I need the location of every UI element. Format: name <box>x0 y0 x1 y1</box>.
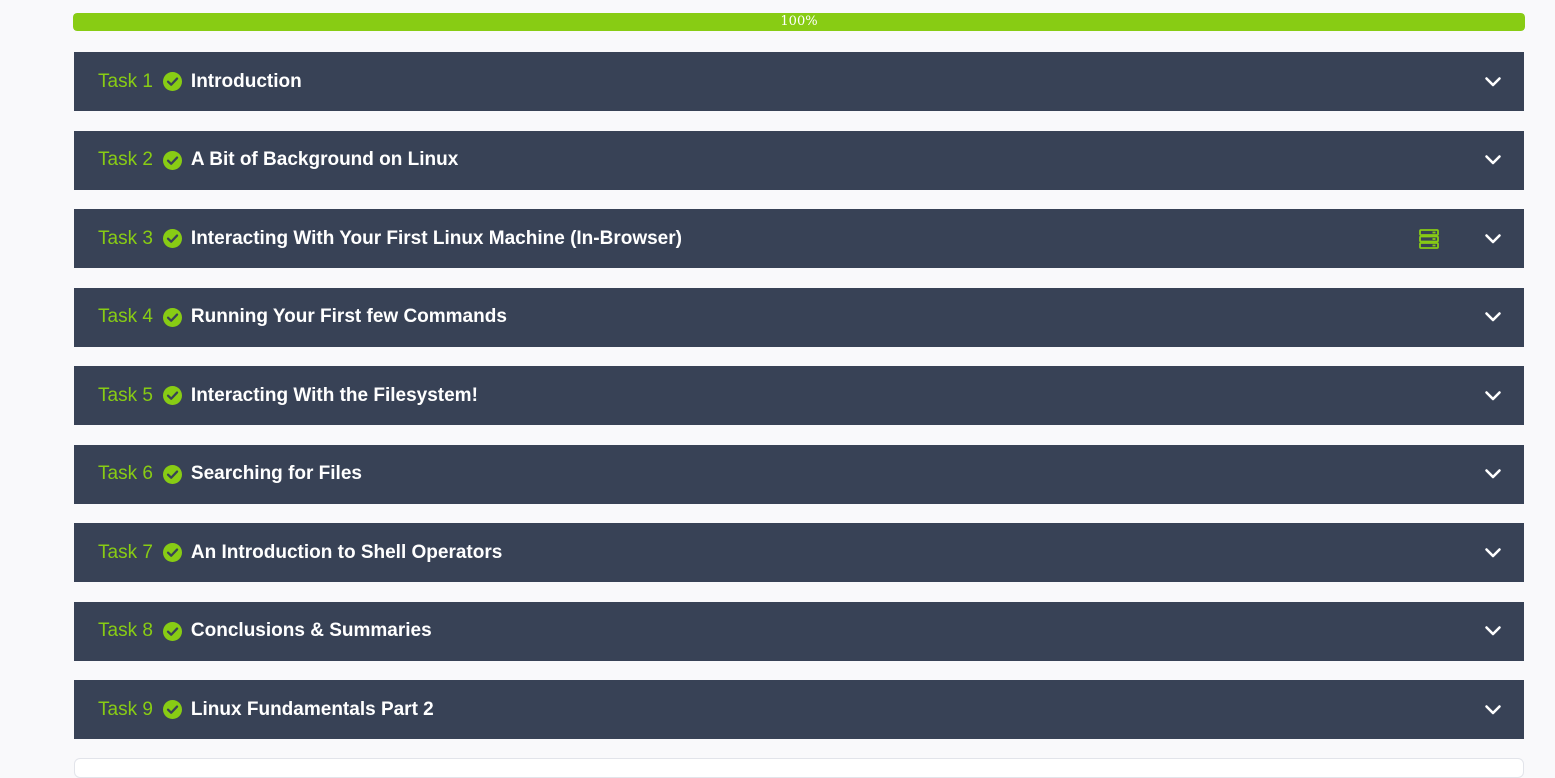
task-header-3[interactable]: Task 3 Interacting With Your First Linux … <box>74 209 1524 268</box>
task-number: Task 3 <box>98 227 153 249</box>
task-header-6[interactable]: Task 6 Searching for Files <box>74 444 1524 504</box>
task-title: Running Your First few Commands <box>190 306 507 327</box>
check-circle-icon <box>162 464 182 484</box>
task-header-7[interactable]: Task 7 An Introduction to Shell Operators <box>74 523 1524 582</box>
task-number: Task 8 <box>98 620 153 641</box>
task-title: A Bit of Background on Linux <box>190 149 459 170</box>
chevron-down-icon[interactable] <box>1484 701 1502 719</box>
check-circle-icon <box>162 543 182 562</box>
task-number: Task 4 <box>98 306 153 327</box>
task-title: Searching for Files <box>190 463 362 484</box>
check-circle-icon <box>162 386 182 405</box>
task-number: Task 9 <box>98 698 153 720</box>
check-circle-icon <box>162 307 182 327</box>
check-circle-icon <box>162 72 182 91</box>
chevron-down-icon[interactable] <box>1484 230 1502 248</box>
chevron-down-icon[interactable] <box>1484 622 1502 640</box>
task-header-5[interactable]: Task 5 Interacting With the Filesystem! <box>74 366 1524 425</box>
task-header-4[interactable]: Task 4 Running Your First few Commands <box>74 287 1524 347</box>
chevron-down-icon[interactable] <box>1484 73 1502 91</box>
task-title: Interacting With Your First Linux Machin… <box>190 227 682 249</box>
task-number: Task 5 <box>98 384 153 406</box>
bottom-card <box>74 758 1524 778</box>
progress-bar-fill: 100% <box>73 13 1525 31</box>
task-header-8[interactable]: Task 8 Conclusions & Summaries <box>74 601 1524 661</box>
task-title: Introduction <box>190 70 302 92</box>
task-number: Task 2 <box>98 149 153 170</box>
task-title: Conclusions & Summaries <box>190 620 432 641</box>
task-header-1[interactable]: Task 1 Introduction <box>74 52 1524 111</box>
task-number: Task 1 <box>98 70 153 92</box>
check-circle-icon <box>162 229 182 248</box>
progress-bar: 100% <box>73 13 1525 31</box>
task-title: Interacting With the Filesystem! <box>190 384 478 406</box>
task-number: Task 6 <box>98 463 153 484</box>
server-icon[interactable] <box>1418 228 1440 250</box>
chevron-down-icon[interactable] <box>1484 308 1502 326</box>
task-title: Linux Fundamentals Part 2 <box>190 698 434 720</box>
check-circle-icon <box>162 621 182 641</box>
progress-label: 100% <box>780 14 818 29</box>
chevron-down-icon[interactable] <box>1484 544 1502 562</box>
chevron-down-icon[interactable] <box>1484 387 1502 405</box>
check-circle-icon <box>162 150 182 170</box>
task-title: An Introduction to Shell Operators <box>190 541 503 563</box>
task-number: Task 7 <box>98 541 153 563</box>
task-list: Task 1 Introduction Task 2 A Bit of Backgro… <box>74 52 1524 759</box>
chevron-down-icon[interactable] <box>1484 151 1502 169</box>
task-header-9[interactable]: Task 9 Linux Fundamentals Part 2 <box>74 680 1524 739</box>
check-circle-icon <box>162 700 182 719</box>
task-header-2[interactable]: Task 2 A Bit of Background on Linux <box>74 130 1524 190</box>
chevron-down-icon[interactable] <box>1484 465 1502 483</box>
